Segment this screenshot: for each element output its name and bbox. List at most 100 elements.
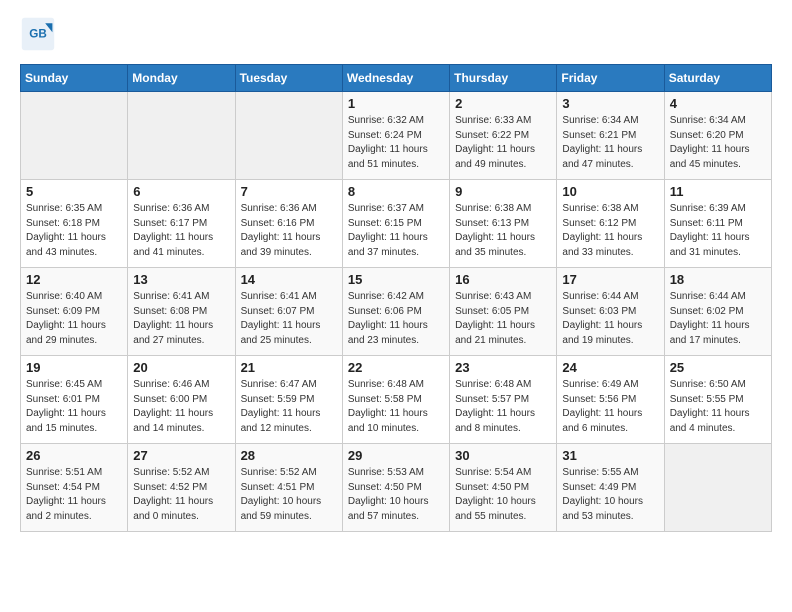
day-info: Sunrise: 6:39 AM Sunset: 6:11 PM Dayligh…	[670, 202, 766, 260]
day-info: Sunrise: 6:36 AM Sunset: 6:16 PM Dayligh…	[241, 202, 337, 260]
calendar-cell: 10 Sunrise: 6:38 AM Sunset: 6:12 PM Dayli…	[557, 180, 664, 268]
weekday-header-friday: Friday	[557, 65, 664, 92]
day-number: 14	[241, 272, 337, 287]
day-number: 22	[348, 360, 444, 375]
weekday-header-monday: Monday	[128, 65, 235, 92]
day-info: Sunrise: 6:45 AM Sunset: 6:01 PM Dayligh…	[26, 378, 122, 436]
calendar-cell: 13Sunrise: 6:41 AM Sunset: 6:08 PM Dayli…	[128, 268, 235, 356]
day-info: Sunrise: 6:44 AM Sunset: 6:03 PM Dayligh…	[562, 290, 658, 348]
day-number: 25	[670, 360, 766, 375]
calendar-cell: 28 Sunrise: 5:52 AM Sunset: 4:51 PM Dayli…	[235, 444, 342, 532]
calendar-cell: 20Sunrise: 6:46 AM Sunset: 6:00 PM Dayli…	[128, 356, 235, 444]
calendar-cell: 26 Sunrise: 5:51 AM Sunset: 4:54 PM Dayli…	[21, 444, 128, 532]
day-number: 23	[455, 360, 551, 375]
day-number: 28	[241, 448, 337, 463]
calendar-table: SundayMondayTuesdayWednesdayThursdayFrid…	[20, 64, 772, 532]
day-number: 18	[670, 272, 766, 287]
day-info: Sunrise: 5:51 AM Sunset: 4:54 PM Dayligh…	[26, 466, 122, 524]
day-info: Sunrise: 5:53 AM Sunset: 4:50 PM Dayligh…	[348, 466, 444, 524]
day-number: 11	[670, 184, 766, 199]
day-number: 27	[133, 448, 229, 463]
day-info: Sunrise: 6:33 AM Sunset: 6:22 PM Dayligh…	[455, 114, 551, 172]
weekday-header-thursday: Thursday	[450, 65, 557, 92]
day-info: Sunrise: 6:38 AM Sunset: 6:13 PM Dayligh…	[455, 202, 551, 260]
calendar-cell	[235, 92, 342, 180]
day-number: 6	[133, 184, 229, 199]
day-number: 26	[26, 448, 122, 463]
calendar-cell: 22 Sunrise: 6:48 AM Sunset: 5:58 PM Dayli…	[342, 356, 449, 444]
calendar-cell: 16 Sunrise: 6:43 AM Sunset: 6:05 PM Dayli…	[450, 268, 557, 356]
day-number: 19	[26, 360, 122, 375]
day-info: Sunrise: 6:35 AM Sunset: 6:18 PM Dayligh…	[26, 202, 122, 260]
day-info: Sunrise: 5:52 AM Sunset: 4:52 PM Dayligh…	[133, 466, 229, 524]
day-info: Sunrise: 6:41 AM Sunset: 6:07 PM Dayligh…	[241, 290, 337, 348]
day-number: 7	[241, 184, 337, 199]
day-info: Sunrise: 6:48 AM Sunset: 5:58 PM Dayligh…	[348, 378, 444, 436]
calendar-cell	[664, 444, 771, 532]
day-info: Sunrise: 6:42 AM Sunset: 6:06 PM Dayligh…	[348, 290, 444, 348]
calendar-cell: 6Sunrise: 6:36 AM Sunset: 6:17 PM Daylig…	[128, 180, 235, 268]
calendar-cell: 30Sunrise: 5:54 AM Sunset: 4:50 PM Dayli…	[450, 444, 557, 532]
logo: GB	[20, 16, 62, 52]
day-info: Sunrise: 6:38 AM Sunset: 6:12 PM Dayligh…	[562, 202, 658, 260]
day-number: 20	[133, 360, 229, 375]
day-info: Sunrise: 6:40 AM Sunset: 6:09 PM Dayligh…	[26, 290, 122, 348]
calendar-cell: 1 Sunrise: 6:32 AM Sunset: 6:24 PM Daylig…	[342, 92, 449, 180]
calendar-cell: 14 Sunrise: 6:41 AM Sunset: 6:07 PM Dayli…	[235, 268, 342, 356]
weekday-header-tuesday: Tuesday	[235, 65, 342, 92]
logo-icon: GB	[20, 16, 56, 52]
day-number: 8	[348, 184, 444, 199]
calendar-cell: 2 Sunrise: 6:33 AM Sunset: 6:22 PM Daylig…	[450, 92, 557, 180]
day-number: 12	[26, 272, 122, 287]
svg-text:GB: GB	[29, 28, 47, 41]
day-number: 1	[348, 96, 444, 111]
day-number: 30	[455, 448, 551, 463]
calendar-cell: 23Sunrise: 6:48 AM Sunset: 5:57 PM Dayli…	[450, 356, 557, 444]
calendar-cell: 18 Sunrise: 6:44 AM Sunset: 6:02 PM Dayli…	[664, 268, 771, 356]
day-info: Sunrise: 6:50 AM Sunset: 5:55 PM Dayligh…	[670, 378, 766, 436]
calendar-cell: 11 Sunrise: 6:39 AM Sunset: 6:11 PM Dayli…	[664, 180, 771, 268]
calendar-cell: 27 Sunrise: 5:52 AM Sunset: 4:52 PM Dayli…	[128, 444, 235, 532]
day-number: 31	[562, 448, 658, 463]
calendar-cell: 25 Sunrise: 6:50 AM Sunset: 5:55 PM Dayli…	[664, 356, 771, 444]
calendar-cell: 15 Sunrise: 6:42 AM Sunset: 6:06 PM Dayli…	[342, 268, 449, 356]
day-info: Sunrise: 6:47 AM Sunset: 5:59 PM Dayligh…	[241, 378, 337, 436]
day-info: Sunrise: 6:49 AM Sunset: 5:56 PM Dayligh…	[562, 378, 658, 436]
calendar-cell: 12 Sunrise: 6:40 AM Sunset: 6:09 PM Dayli…	[21, 268, 128, 356]
day-number: 15	[348, 272, 444, 287]
day-number: 24	[562, 360, 658, 375]
calendar-cell: 31 Sunrise: 5:55 AM Sunset: 4:49 PM Dayli…	[557, 444, 664, 532]
weekday-header-sunday: Sunday	[21, 65, 128, 92]
day-info: Sunrise: 6:43 AM Sunset: 6:05 PM Dayligh…	[455, 290, 551, 348]
calendar-cell: 19 Sunrise: 6:45 AM Sunset: 6:01 PM Dayli…	[21, 356, 128, 444]
calendar-cell: 8 Sunrise: 6:37 AM Sunset: 6:15 PM Daylig…	[342, 180, 449, 268]
day-number: 17	[562, 272, 658, 287]
calendar-cell	[21, 92, 128, 180]
day-info: Sunrise: 6:41 AM Sunset: 6:08 PM Dayligh…	[133, 290, 229, 348]
calendar-cell: 7 Sunrise: 6:36 AM Sunset: 6:16 PM Daylig…	[235, 180, 342, 268]
day-number: 16	[455, 272, 551, 287]
day-number: 9	[455, 184, 551, 199]
day-number: 2	[455, 96, 551, 111]
day-info: Sunrise: 5:52 AM Sunset: 4:51 PM Dayligh…	[241, 466, 337, 524]
calendar-cell: 21 Sunrise: 6:47 AM Sunset: 5:59 PM Dayli…	[235, 356, 342, 444]
calendar-cell: 24 Sunrise: 6:49 AM Sunset: 5:56 PM Dayli…	[557, 356, 664, 444]
day-number: 29	[348, 448, 444, 463]
calendar-cell: 9 Sunrise: 6:38 AM Sunset: 6:13 PM Daylig…	[450, 180, 557, 268]
calendar-cell: 4Sunrise: 6:34 AM Sunset: 6:20 PM Daylig…	[664, 92, 771, 180]
weekday-header-wednesday: Wednesday	[342, 65, 449, 92]
calendar-cell: 5 Sunrise: 6:35 AM Sunset: 6:18 PM Daylig…	[21, 180, 128, 268]
day-info: Sunrise: 6:44 AM Sunset: 6:02 PM Dayligh…	[670, 290, 766, 348]
day-info: Sunrise: 5:55 AM Sunset: 4:49 PM Dayligh…	[562, 466, 658, 524]
day-number: 21	[241, 360, 337, 375]
day-number: 5	[26, 184, 122, 199]
day-info: Sunrise: 6:34 AM Sunset: 6:21 PM Dayligh…	[562, 114, 658, 172]
day-number: 3	[562, 96, 658, 111]
day-info: Sunrise: 6:37 AM Sunset: 6:15 PM Dayligh…	[348, 202, 444, 260]
day-number: 10	[562, 184, 658, 199]
calendar-cell: 29 Sunrise: 5:53 AM Sunset: 4:50 PM Dayli…	[342, 444, 449, 532]
day-info: Sunrise: 6:32 AM Sunset: 6:24 PM Dayligh…	[348, 114, 444, 172]
page-header: GB	[20, 16, 772, 52]
calendar-cell	[128, 92, 235, 180]
calendar-cell: 3 Sunrise: 6:34 AM Sunset: 6:21 PM Daylig…	[557, 92, 664, 180]
